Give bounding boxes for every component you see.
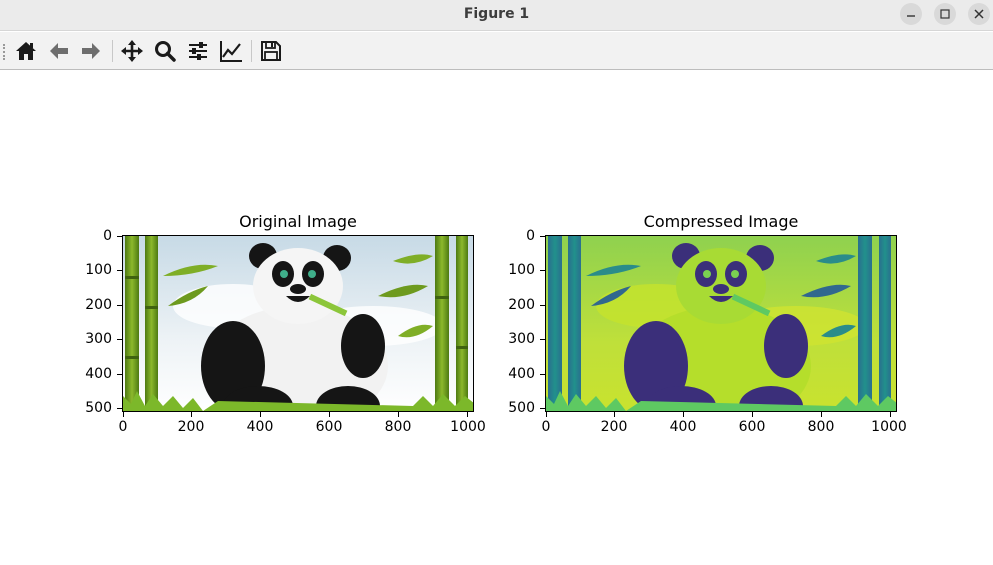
minimize-icon <box>907 15 915 17</box>
ytick-label: 0 <box>103 228 112 244</box>
ytick-label: 400 <box>508 366 535 382</box>
xtick-label: 1000 <box>871 419 907 435</box>
xtick-label: 200 <box>600 419 628 435</box>
ytick-mark <box>117 374 122 375</box>
ytick-mark <box>117 236 122 237</box>
arrow-left-icon <box>50 43 68 59</box>
search-icon <box>155 41 176 62</box>
original-image-axes[interactable] <box>122 235 474 412</box>
xtick-mark <box>683 412 684 417</box>
ytick-mark <box>117 305 122 306</box>
ytick-mark <box>540 339 545 340</box>
back-button[interactable] <box>44 36 74 66</box>
maximize-icon <box>940 9 950 19</box>
ytick-label: 0 <box>526 228 535 244</box>
toolbar-separator <box>251 40 252 62</box>
arrow-right-icon <box>82 43 100 59</box>
ytick-mark <box>540 236 545 237</box>
window-title: Figure 1 <box>463 6 530 22</box>
line-chart-icon <box>220 41 242 62</box>
edit-axis-button[interactable] <box>216 36 246 66</box>
xtick-mark <box>752 412 753 417</box>
ytick-mark <box>540 270 545 271</box>
xtick-label: 600 <box>315 419 343 435</box>
original-image-title: Original Image <box>239 212 357 231</box>
pan-button[interactable] <box>117 36 147 66</box>
ytick-label: 100 <box>85 262 112 278</box>
xtick-mark <box>329 412 330 417</box>
save-button[interactable] <box>256 36 286 66</box>
figure-window: Figure 1 Original Image 0 100 200 300 40… <box>0 0 993 565</box>
ytick-mark <box>117 270 122 271</box>
zoom-button[interactable] <box>150 36 180 66</box>
compressed-image-title: Compressed Image <box>643 212 799 231</box>
compressed-image-axes[interactable] <box>545 235 897 412</box>
xtick-label: 400 <box>246 419 274 435</box>
maximize-button[interactable] <box>934 3 956 25</box>
xtick-mark <box>260 412 261 417</box>
close-button[interactable] <box>968 3 990 25</box>
ytick-label: 500 <box>508 400 535 416</box>
xtick-mark <box>614 412 615 417</box>
title-bar: Figure 1 <box>0 0 993 31</box>
close-icon <box>974 9 984 19</box>
xtick-mark <box>191 412 192 417</box>
xtick-mark <box>467 412 468 417</box>
ytick-label: 100 <box>508 262 535 278</box>
xtick-label: 600 <box>738 419 766 435</box>
panda-viridis-image <box>546 236 896 411</box>
xtick-mark <box>546 412 547 417</box>
xtick-label: 800 <box>384 419 412 435</box>
ytick-label: 200 <box>85 297 112 313</box>
ytick-mark <box>540 408 545 409</box>
ytick-label: 400 <box>85 366 112 382</box>
xtick-label: 200 <box>177 419 205 435</box>
xtick-label: 800 <box>807 419 835 435</box>
xtick-mark <box>123 412 124 417</box>
home-button[interactable] <box>11 36 41 66</box>
xtick-mark <box>398 412 399 417</box>
navigation-toolbar <box>0 32 993 70</box>
xtick-label: 400 <box>669 419 697 435</box>
move-icon <box>121 40 143 62</box>
floppy-disk-icon <box>261 41 281 61</box>
xtick-label: 1000 <box>450 419 486 435</box>
ytick-mark <box>117 339 122 340</box>
sliders-icon <box>189 42 207 60</box>
minimize-button[interactable] <box>900 3 922 25</box>
ytick-mark <box>540 305 545 306</box>
ytick-label: 500 <box>85 400 112 416</box>
ytick-label: 300 <box>508 331 535 347</box>
forward-button[interactable] <box>76 36 106 66</box>
ytick-label: 200 <box>508 297 535 313</box>
ytick-mark <box>117 408 122 409</box>
toolbar-separator <box>112 40 113 62</box>
home-icon <box>16 42 36 60</box>
ytick-mark <box>540 374 545 375</box>
figure-canvas[interactable]: Original Image 0 100 200 300 400 500 0 2… <box>0 71 993 565</box>
xtick-mark <box>821 412 822 417</box>
xtick-label: 0 <box>541 419 551 435</box>
panda-photo <box>123 236 473 411</box>
xtick-mark <box>890 412 891 417</box>
toolbar-grip[interactable] <box>3 44 6 60</box>
ytick-label: 300 <box>85 331 112 347</box>
configure-subplots-button[interactable] <box>183 36 213 66</box>
xtick-label: 0 <box>118 419 128 435</box>
